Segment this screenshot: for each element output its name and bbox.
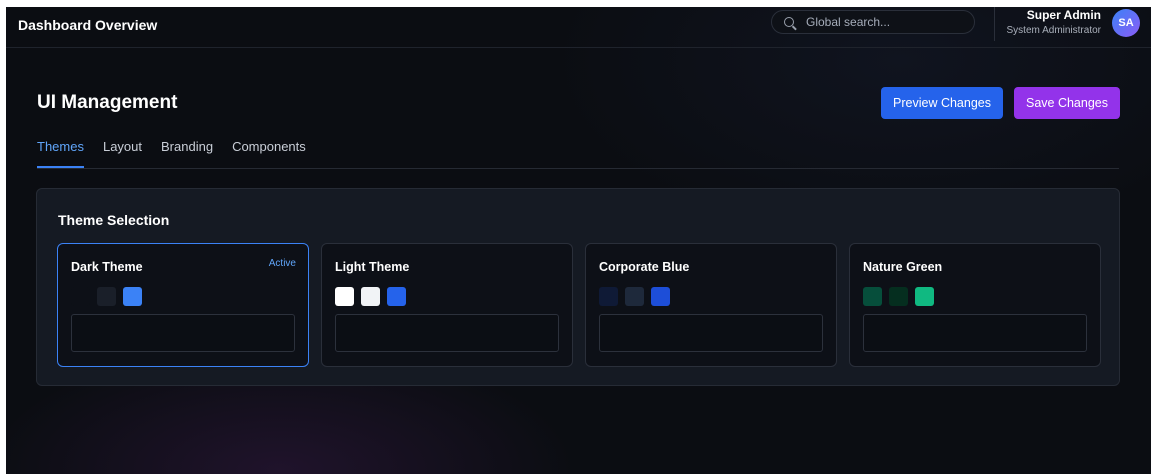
tab-bar: Themes Layout Branding Components	[37, 139, 325, 168]
search-input[interactable]	[804, 14, 968, 30]
top-frame-edge	[0, 0, 1151, 7]
theme-preview	[71, 314, 295, 352]
left-frame-edge	[0, 0, 6, 474]
color-swatches	[335, 287, 406, 306]
theme-card-nature-green[interactable]: Nature Green	[849, 243, 1101, 367]
theme-card-light[interactable]: Light Theme	[321, 243, 573, 367]
swatch-accent	[651, 287, 670, 306]
swatch-primary	[599, 287, 618, 306]
theme-preview	[599, 314, 823, 352]
swatch-secondary	[361, 287, 380, 306]
tab-layout[interactable]: Layout	[103, 139, 142, 168]
avatar[interactable]: SA	[1112, 9, 1140, 37]
theme-preview	[863, 314, 1087, 352]
color-swatches	[71, 287, 142, 306]
theme-preview	[335, 314, 559, 352]
tab-branding[interactable]: Branding	[161, 139, 213, 168]
theme-card-dark[interactable]: Dark Theme Active	[57, 243, 309, 367]
swatch-primary	[863, 287, 882, 306]
swatch-secondary	[97, 287, 116, 306]
panel-title: Theme Selection	[58, 212, 170, 228]
save-changes-button[interactable]: Save Changes	[1014, 87, 1120, 119]
global-search[interactable]	[771, 10, 975, 34]
theme-name: Light Theme	[335, 260, 410, 274]
page-title: UI Management	[37, 92, 178, 113]
top-header: Dashboard Overview Super Admin System Ad…	[6, 7, 1151, 48]
swatch-secondary	[889, 287, 908, 306]
search-icon	[784, 17, 794, 27]
swatch-accent	[915, 287, 934, 306]
tab-themes[interactable]: Themes	[37, 139, 84, 168]
theme-card-corporate-blue[interactable]: Corporate Blue	[585, 243, 837, 367]
swatch-primary	[71, 287, 90, 306]
swatch-secondary	[625, 287, 644, 306]
swatch-primary	[335, 287, 354, 306]
user-role: System Administrator	[1006, 25, 1101, 36]
swatch-accent	[387, 287, 406, 306]
theme-name: Corporate Blue	[599, 260, 690, 274]
color-swatches	[863, 287, 934, 306]
swatch-accent	[123, 287, 142, 306]
active-badge: Active	[268, 258, 296, 269]
preview-changes-button[interactable]: Preview Changes	[881, 87, 1003, 119]
user-name: Super Admin	[1026, 8, 1101, 22]
tabs-divider	[37, 168, 1119, 169]
theme-selection-panel: Theme Selection Dark Theme Active Light …	[36, 188, 1120, 386]
tab-components[interactable]: Components	[232, 139, 306, 168]
color-swatches	[599, 287, 670, 306]
theme-name: Nature Green	[863, 260, 943, 274]
header-title: Dashboard Overview	[18, 17, 158, 33]
theme-name: Dark Theme	[71, 260, 143, 274]
header-divider	[994, 7, 995, 41]
